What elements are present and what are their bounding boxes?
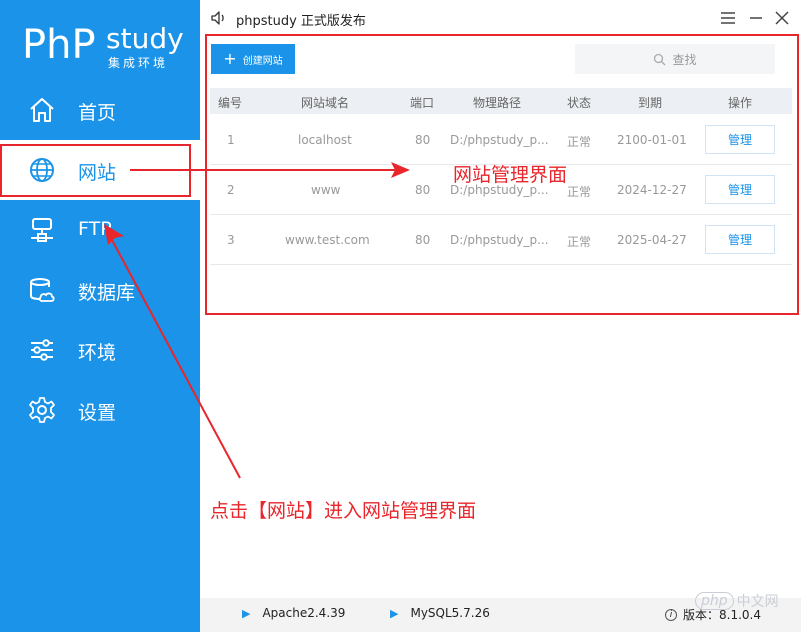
watermark-logo: php bbox=[695, 592, 734, 610]
play-icon[interactable]: ▶ bbox=[390, 607, 398, 620]
annotation-website-panel: 网站管理界面 bbox=[453, 164, 568, 186]
play-icon[interactable]: ▶ bbox=[242, 607, 250, 620]
service-apache-label: Apache2.4.39 bbox=[262, 606, 346, 620]
service-apache[interactable]: ▶ Apache2.4.39 bbox=[242, 606, 345, 620]
annotation-click-website: 点击【网站】进入网站管理界面 bbox=[210, 500, 477, 522]
app-window: PhP study 集成环境 首页 网站 FTP 数据库 环境 设置 phpst… bbox=[0, 0, 801, 632]
info-icon: i bbox=[665, 608, 678, 621]
watermark-text: 中文网 bbox=[736, 594, 779, 610]
service-mysql-label: MySQL5.7.26 bbox=[410, 606, 490, 620]
arrow-line-up bbox=[111, 239, 241, 479]
service-mysql[interactable]: ▶ MySQL5.7.26 bbox=[390, 606, 490, 620]
annotation-arrows bbox=[104, 162, 410, 479]
watermark: php 中文网 bbox=[695, 591, 779, 611]
